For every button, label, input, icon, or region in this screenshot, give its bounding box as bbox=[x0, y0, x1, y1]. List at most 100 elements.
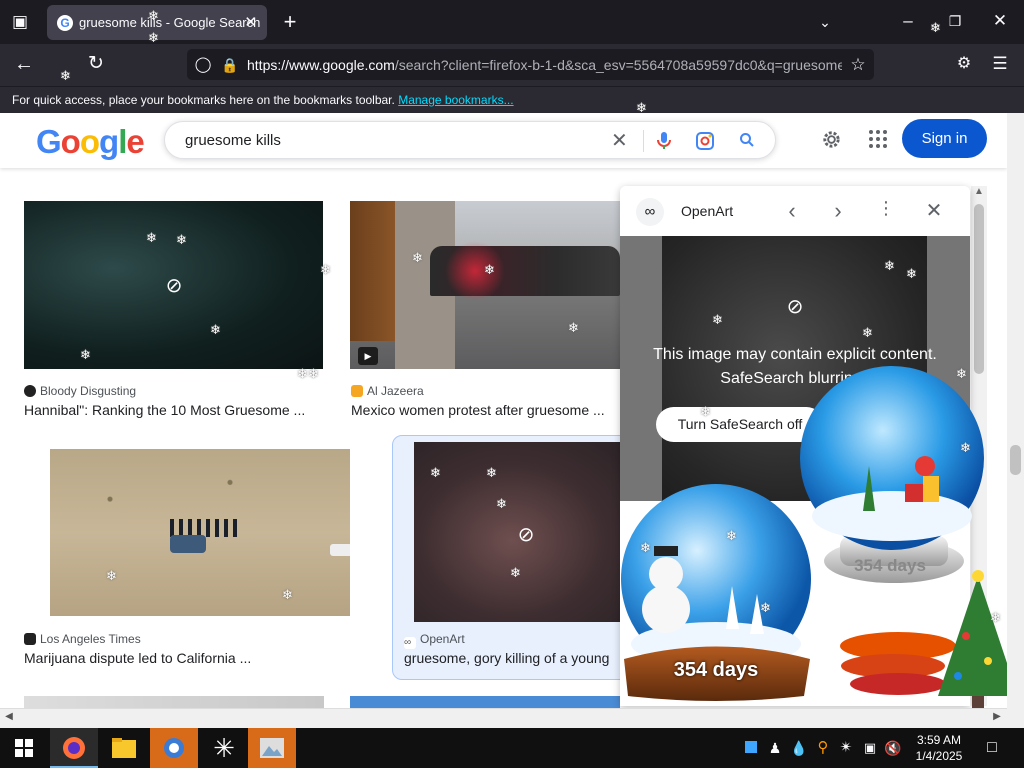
firefox-view-icon[interactable]: ▣ bbox=[8, 10, 32, 34]
maximize-icon[interactable]: ❐ bbox=[943, 9, 967, 33]
christmas-tree-decoration bbox=[840, 570, 1018, 710]
tracking-protection-shield-icon[interactable]: ◯ bbox=[191, 53, 215, 77]
next-row-image[interactable] bbox=[350, 696, 620, 708]
explicit-warning-text: This image may contain explicit content. bbox=[653, 346, 937, 363]
search-input[interactable]: gruesome kills bbox=[185, 132, 281, 149]
result-caption[interactable]: Hannibal": Ranking the 10 Most Gruesome … bbox=[24, 402, 324, 418]
page-horizontal-scrollbar[interactable]: ◀ ▶ bbox=[0, 708, 1007, 728]
hidden-eye-icon: ⊘ bbox=[517, 524, 535, 546]
clear-search-icon[interactable]: ✕ bbox=[611, 128, 628, 153]
search-box[interactable]: gruesome kills ✕ bbox=[164, 121, 776, 159]
clock-date: 1/4/2025 bbox=[915, 749, 963, 763]
windows-start-icon[interactable] bbox=[0, 728, 48, 768]
tab-google-search[interactable]: G gruesome kills - Google Search ✕ bbox=[47, 5, 267, 40]
close-window-icon[interactable]: ✕ bbox=[988, 9, 1012, 33]
close-panel-icon[interactable]: ✕ bbox=[922, 198, 946, 224]
snow-globe-counter: 354 days bbox=[673, 659, 759, 681]
tray-droplet-icon[interactable]: 💧 bbox=[790, 736, 808, 760]
volume-muted-icon[interactable]: 🔇 bbox=[884, 736, 902, 760]
manage-bookmarks-link[interactable]: Manage bookmarks... bbox=[398, 93, 513, 107]
logo-letter: e bbox=[126, 123, 144, 160]
google-logo[interactable]: Google bbox=[36, 123, 145, 161]
app-taskbar-icon[interactable] bbox=[150, 728, 198, 768]
clock-time: 3:59 AM bbox=[916, 733, 962, 747]
result-source[interactable]: Bloody Disgusting bbox=[24, 384, 136, 398]
al-jazeera-favicon-icon bbox=[351, 385, 363, 397]
bookmark-star-icon[interactable]: ☆ bbox=[846, 53, 870, 77]
lens-search-icon[interactable] bbox=[695, 131, 715, 151]
hidden-eye-icon: ⊘ bbox=[165, 275, 183, 297]
tray-people-icon[interactable]: ♟ bbox=[766, 736, 784, 760]
panel-scroll-up-icon[interactable]: ▲ bbox=[973, 186, 985, 200]
bookmarks-hint: For quick access, place your bookmarks h… bbox=[12, 93, 514, 107]
image-viewer-icon[interactable] bbox=[248, 728, 296, 768]
white-car-shape bbox=[330, 544, 350, 556]
result-caption[interactable]: Marijuana dispute led to California ... bbox=[24, 650, 324, 666]
hidden-eye-icon: ⊘ bbox=[786, 296, 804, 318]
red-paint-shape bbox=[445, 241, 505, 301]
taskbar-clock[interactable]: 3:59 AM 1/4/2025 bbox=[908, 732, 970, 764]
result-source[interactable]: Al Jazeera bbox=[351, 384, 424, 398]
tray-square-icon[interactable] bbox=[745, 741, 757, 753]
tab-bar: ▣ G gruesome kills - Google Search ✕ + ⌄… bbox=[0, 0, 1024, 44]
close-tab-icon[interactable]: ✕ bbox=[244, 13, 257, 31]
blue-suv-shape bbox=[170, 535, 206, 553]
la-times-favicon-icon bbox=[24, 633, 36, 645]
url-text: https://www.google.com/search?client=fir… bbox=[247, 57, 842, 73]
address-bar[interactable]: ◯ 🔒 https://www.google.com/search?client… bbox=[187, 49, 874, 80]
result-image-protest[interactable]: ▶ bbox=[350, 201, 620, 369]
tray-snowflake-icon[interactable]: ✴ bbox=[837, 736, 855, 760]
result-image-blurred[interactable]: ⊘ bbox=[414, 442, 632, 622]
extensions-icon[interactable]: ⚙ bbox=[952, 52, 976, 76]
page-vertical-scrollbar[interactable] bbox=[1007, 113, 1024, 728]
voice-search-icon[interactable] bbox=[655, 131, 673, 151]
result-source[interactable]: Los Angeles Times bbox=[24, 632, 141, 646]
list-all-tabs-icon[interactable]: ⌄ bbox=[813, 10, 837, 34]
google-apps-icon[interactable] bbox=[868, 129, 888, 149]
scroll-left-icon[interactable]: ◀ bbox=[2, 711, 16, 725]
scroll-right-icon[interactable]: ▶ bbox=[990, 711, 1004, 725]
openart-favicon-icon: ∞ bbox=[404, 637, 416, 649]
google-favicon-icon: G bbox=[57, 15, 73, 31]
result-caption[interactable]: gruesome, gory killing of a young bbox=[404, 650, 632, 666]
result-source[interactable]: ∞ OpenArt bbox=[404, 632, 465, 649]
scroll-thumb[interactable] bbox=[1010, 445, 1021, 475]
settings-gear-icon[interactable] bbox=[820, 128, 843, 151]
search-icon[interactable] bbox=[739, 132, 755, 148]
more-options-icon[interactable]: ⋮ bbox=[874, 198, 898, 224]
tab-title: gruesome kills - Google Search bbox=[79, 15, 261, 30]
panel-source[interactable]: OpenArt bbox=[681, 203, 733, 219]
video-play-badge[interactable]: ▶ bbox=[358, 347, 378, 365]
logo-letter: o bbox=[79, 123, 100, 160]
firefox-taskbar-icon[interactable] bbox=[50, 728, 98, 768]
tray-search-icon[interactable]: ⚲ bbox=[814, 736, 832, 760]
file-explorer-icon[interactable] bbox=[100, 728, 148, 768]
bookmarks-toolbar: For quick access, place your bookmarks h… bbox=[0, 86, 1024, 113]
new-tab-icon[interactable]: + bbox=[278, 10, 302, 34]
panel-scroll-thumb[interactable] bbox=[974, 204, 984, 374]
reload-icon[interactable]: ↻ bbox=[84, 52, 108, 76]
logo-letter: g bbox=[99, 123, 119, 160]
bloody-disgusting-favicon-icon bbox=[24, 385, 36, 397]
result-image-desert[interactable] bbox=[50, 449, 350, 616]
sign-in-button[interactable]: Sign in bbox=[902, 119, 987, 158]
windows-taskbar: ✳ ♟ 💧 ⚲ ✴ ▣ 🔇 3:59 AM 1/4/2025 □ bbox=[0, 728, 1024, 768]
network-icon[interactable]: ▣ bbox=[861, 736, 879, 760]
previous-image-icon[interactable]: ‹ bbox=[780, 198, 804, 224]
minimize-icon[interactable]: – bbox=[896, 9, 920, 33]
search-divider bbox=[643, 130, 644, 152]
result-caption[interactable]: Mexico women protest after gruesome ... bbox=[351, 402, 619, 418]
logo-letter: G bbox=[36, 123, 62, 160]
result-image-blurred[interactable]: ⊘ bbox=[24, 201, 323, 369]
next-row-image[interactable] bbox=[24, 696, 324, 708]
snowflake-app-icon[interactable]: ✳ bbox=[200, 728, 248, 768]
openart-logo-icon[interactable]: ∞ bbox=[636, 198, 664, 226]
notifications-icon[interactable]: □ bbox=[982, 736, 1002, 760]
next-image-icon[interactable]: › bbox=[826, 198, 850, 224]
google-header: Google gruesome kills ✕ Sign in bbox=[0, 113, 1007, 168]
door-shape bbox=[350, 201, 395, 341]
lock-icon[interactable]: 🔒 bbox=[218, 53, 242, 77]
menu-icon[interactable]: ☰ bbox=[988, 52, 1012, 76]
logo-letter: o bbox=[60, 123, 81, 160]
back-icon[interactable]: ← bbox=[12, 52, 36, 76]
